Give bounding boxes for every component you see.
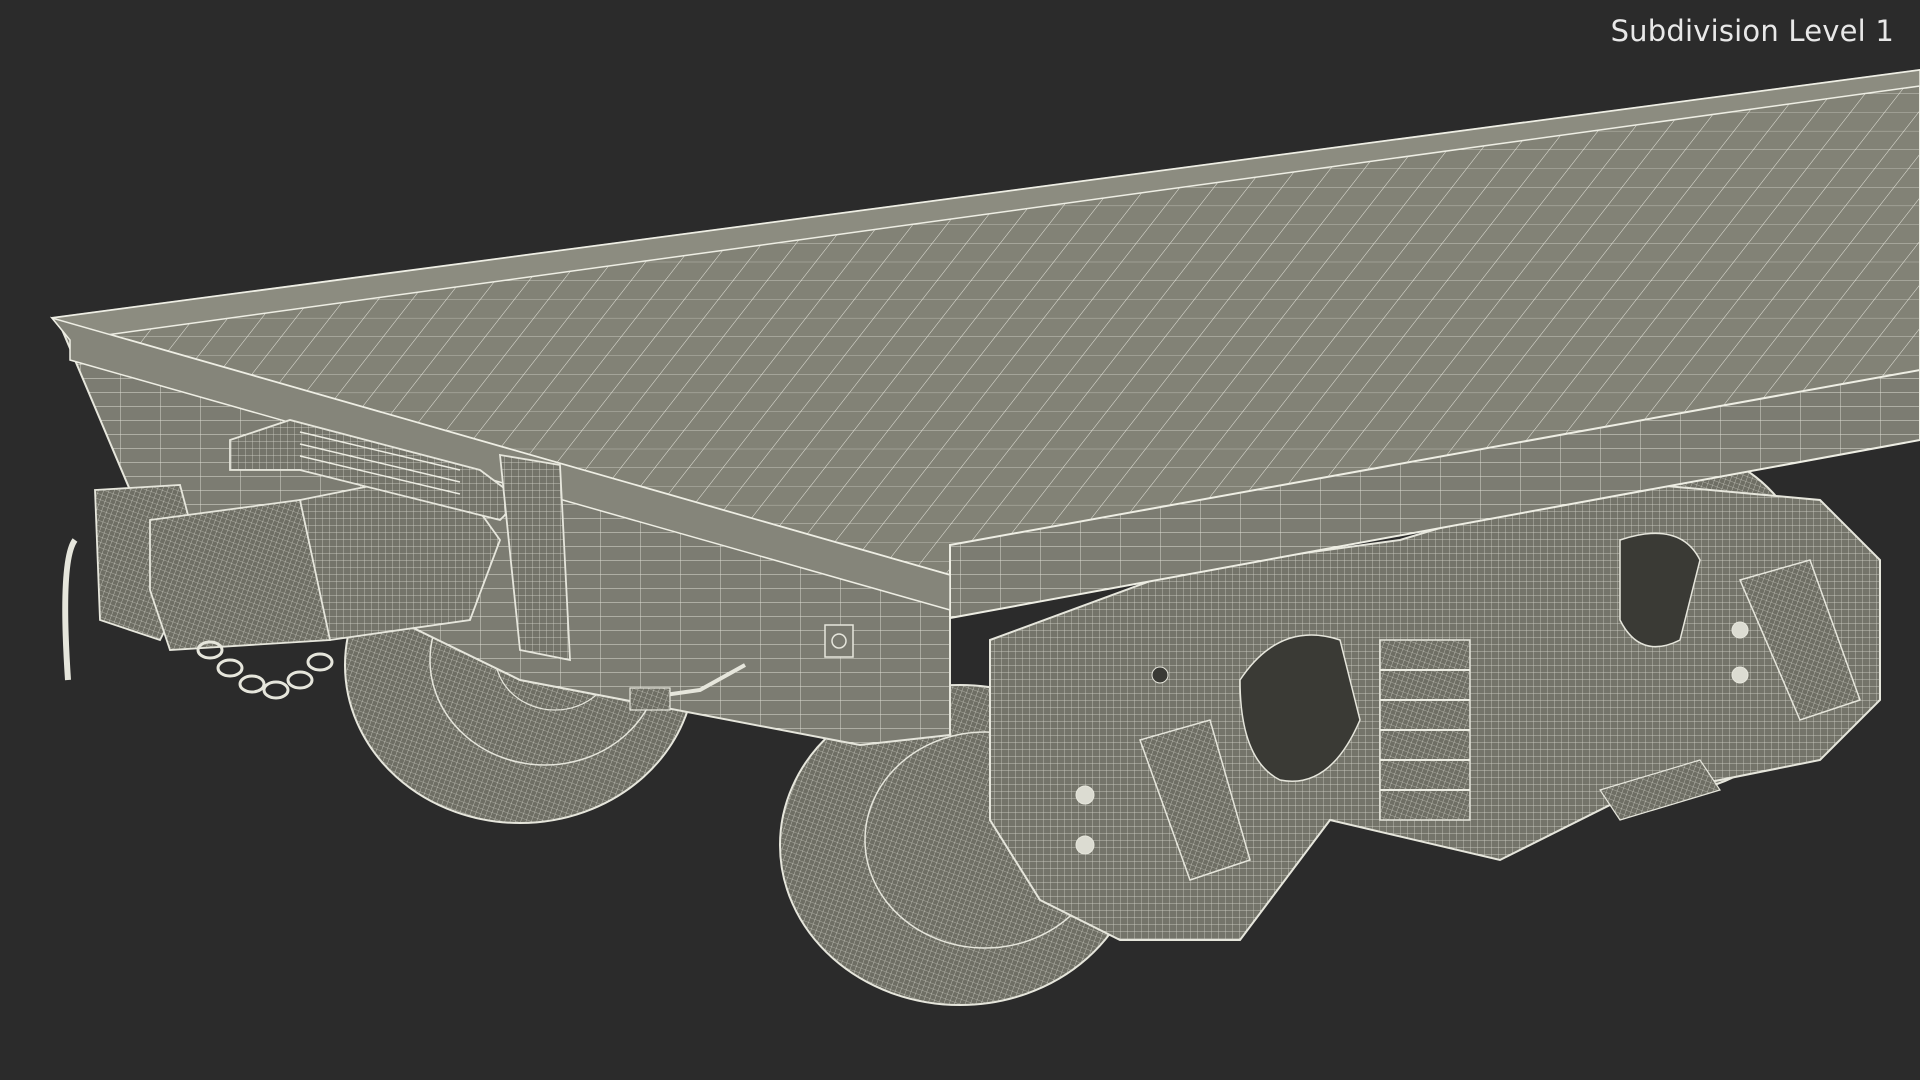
subdivision-level-label: Subdivision Level 1 <box>1610 14 1894 48</box>
suspension-springs <box>1379 639 1471 821</box>
wireframe-render <box>49 68 1920 1006</box>
render-viewport[interactable]: Subdivision Level 1 <box>0 0 1920 1080</box>
safety-chain <box>196 640 334 700</box>
